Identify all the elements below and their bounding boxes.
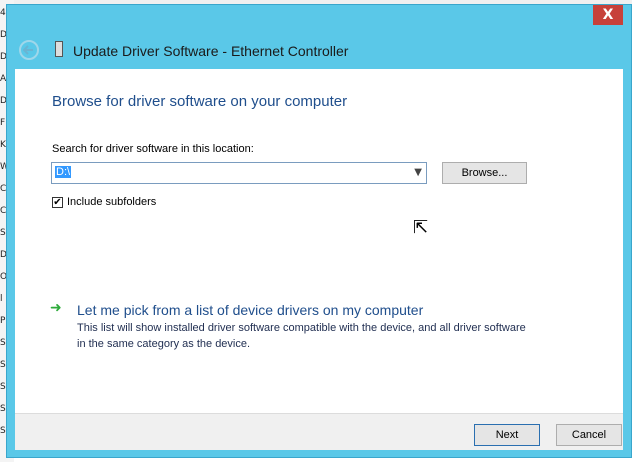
dialog-footer: Next Cancel	[15, 413, 623, 450]
update-driver-dialog: X Update Driver Software - Ethernet Cont…	[6, 4, 632, 458]
include-subfolders-label[interactable]: Include subfolders	[67, 196, 156, 208]
chevron-down-icon[interactable]: ▼	[414, 167, 422, 178]
path-value[interactable]: D:\	[55, 166, 72, 178]
device-icon	[55, 41, 63, 57]
green-arrow-icon: ➜	[50, 300, 62, 316]
pick-driver-description: This list will show installed driver sof…	[77, 322, 526, 350]
cancel-button[interactable]: Cancel	[556, 424, 622, 446]
main-content: Browse for driver software on your compu…	[15, 69, 623, 450]
window-title: Update Driver Software - Ethernet Contro…	[73, 43, 349, 59]
close-button[interactable]: X	[593, 5, 623, 25]
browse-button[interactable]: Browse...	[442, 162, 527, 184]
mouse-cursor-icon: ⇱	[413, 217, 429, 238]
path-combobox[interactable]: D:\ ▼	[51, 162, 427, 184]
back-arrow-icon	[23, 45, 33, 55]
pick-driver-link[interactable]: ➜ Let me pick from a list of device driv…	[50, 300, 423, 319]
page-heading: Browse for driver software on your compu…	[52, 93, 348, 110]
include-subfolders-checkbox[interactable]: ✔	[52, 196, 63, 208]
search-location-label: Search for driver software in this locat…	[52, 143, 254, 155]
pick-driver-link-text[interactable]: Let me pick from a list of device driver…	[77, 302, 423, 318]
include-subfolders-row[interactable]: ✔ Include subfolders	[52, 196, 156, 208]
back-button[interactable]	[19, 40, 39, 60]
next-button[interactable]: Next	[474, 424, 540, 446]
